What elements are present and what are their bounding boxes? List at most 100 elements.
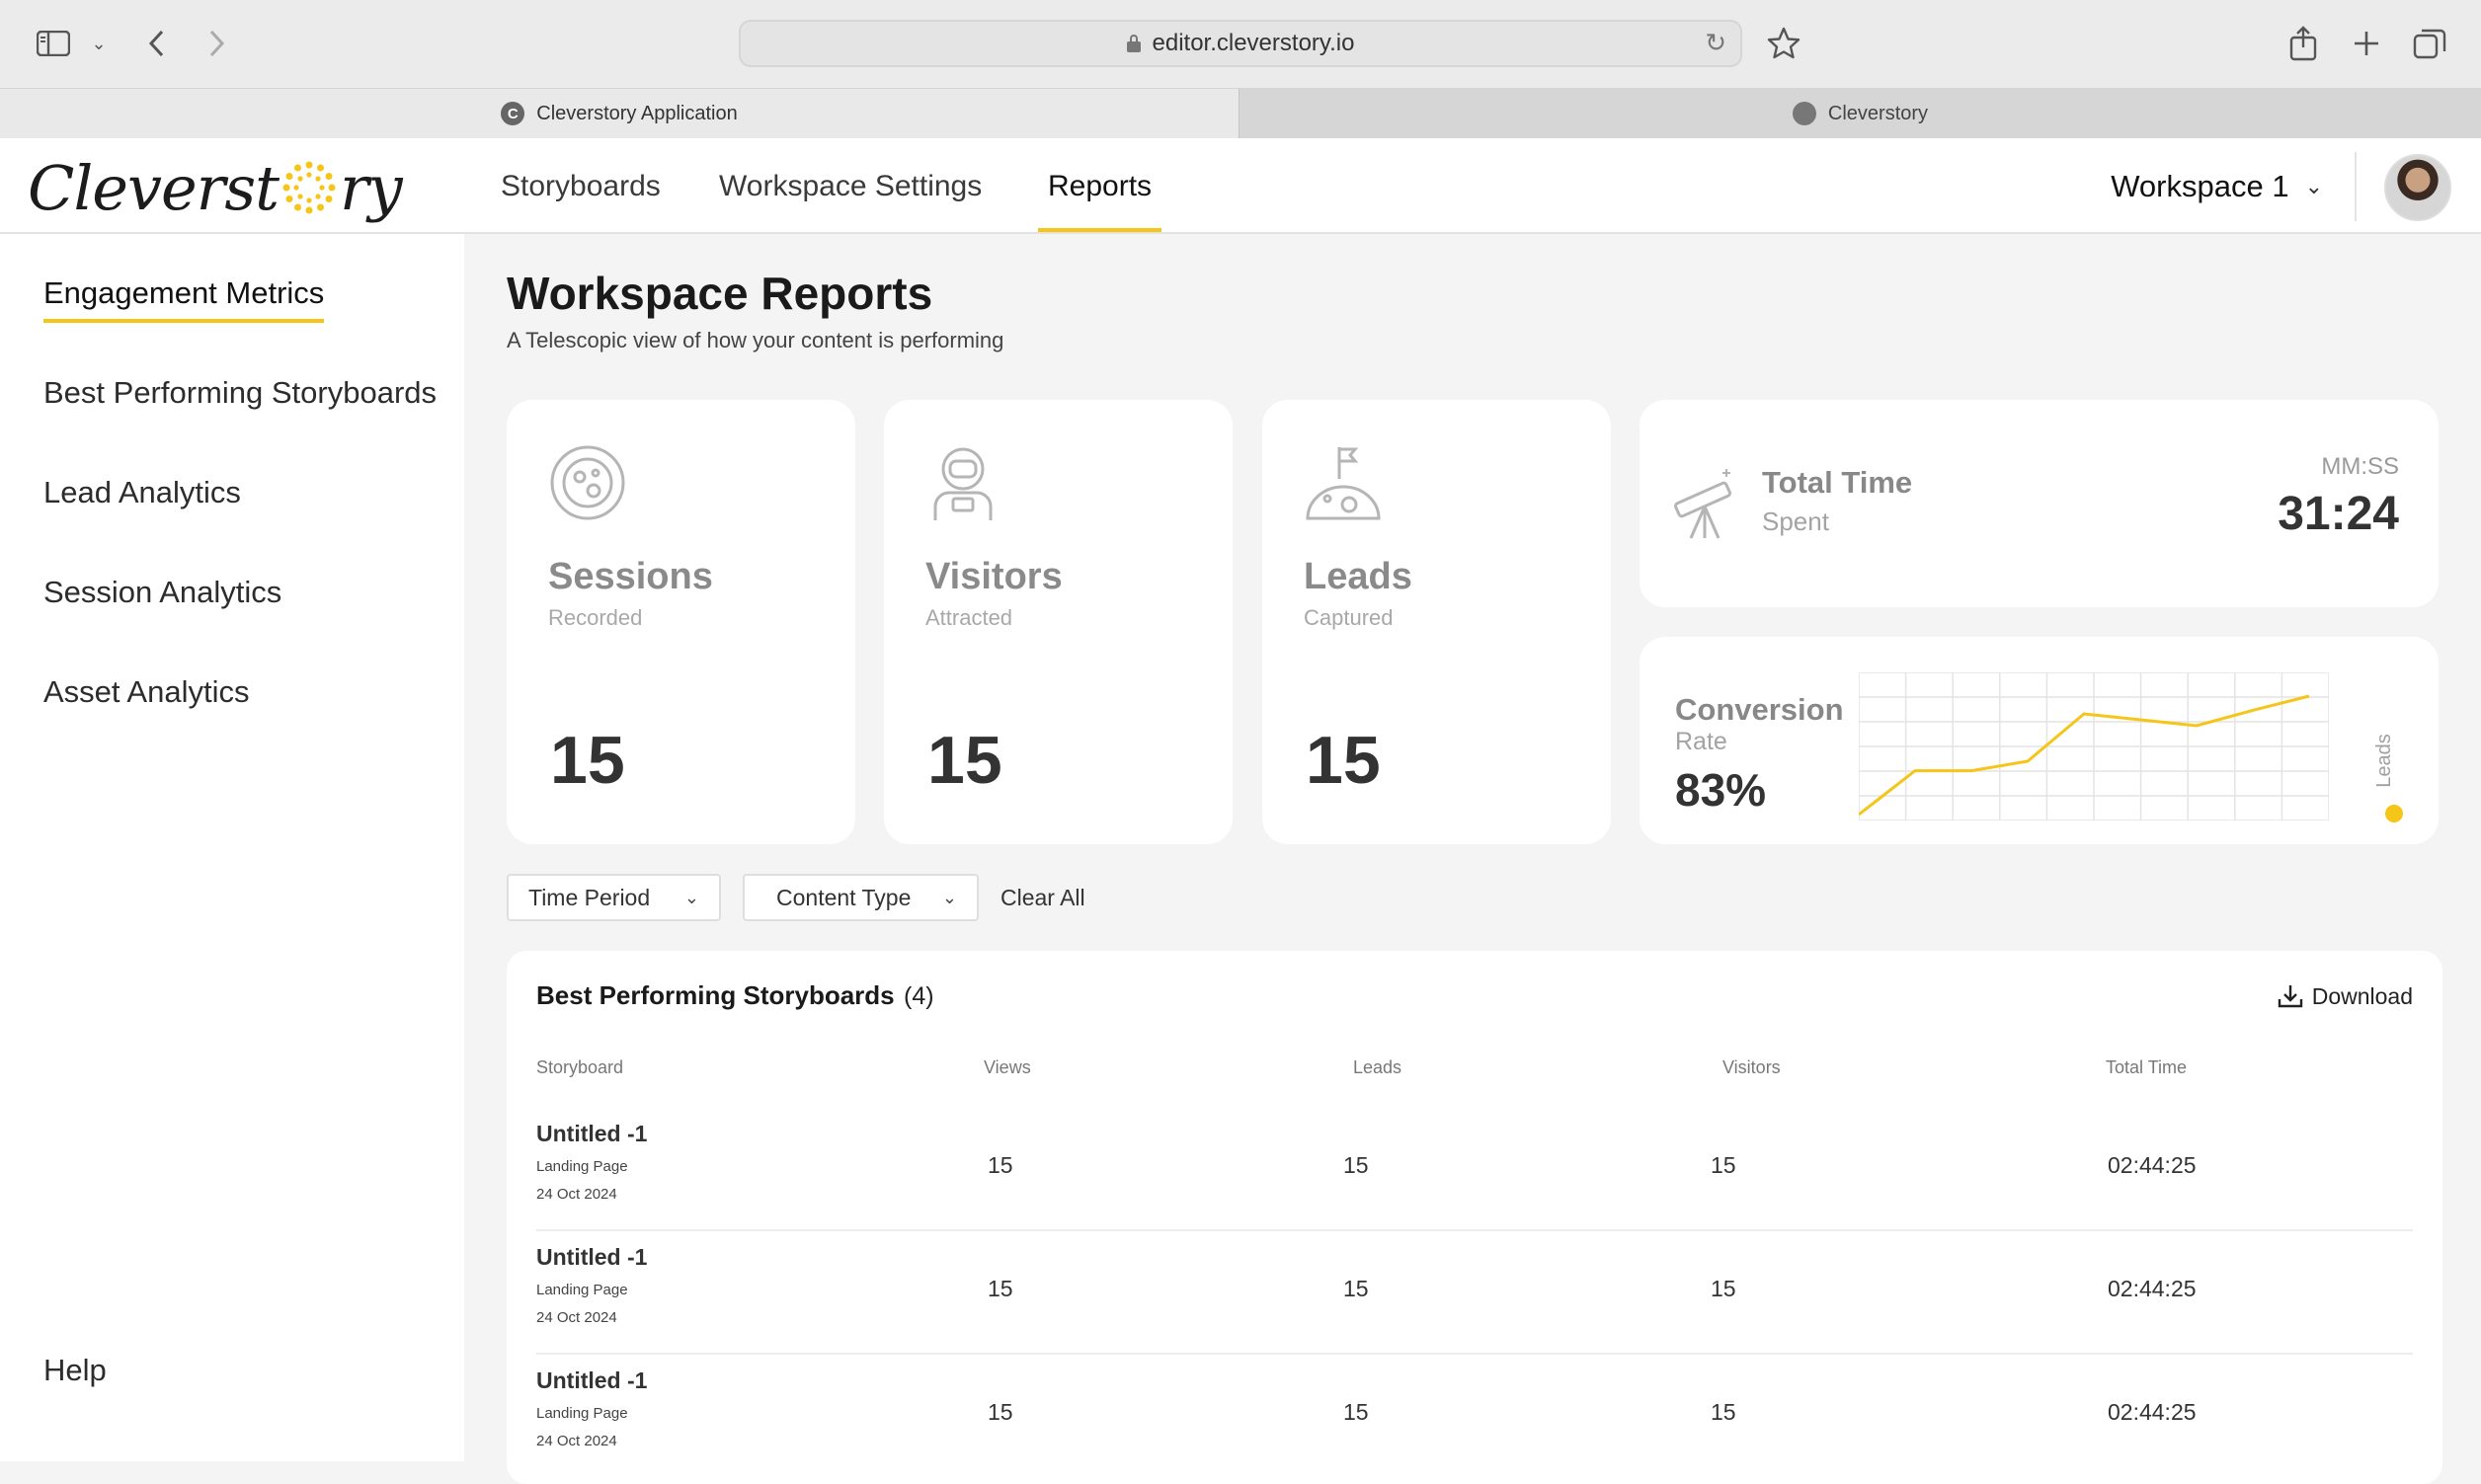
total-time-sublabel: Spent	[1762, 507, 1829, 536]
visitors-cell: 15	[1711, 1152, 1736, 1178]
url-text: editor.cleverstory.io	[1152, 30, 1355, 56]
stat-sublabel: Recorded	[548, 605, 643, 630]
browser-toolbar: ⌄ editor.cleverstory.io ↻	[0, 0, 2481, 89]
stat-label: Sessions	[548, 556, 713, 597]
app-header: Cleverst ry Storyboards Workspace Settin…	[0, 138, 2481, 234]
content-type-dropdown[interactable]: Content Type ⌄	[743, 874, 979, 921]
sidebar-item-best-performing-storyboards[interactable]: Best Performing Storyboards	[43, 375, 437, 411]
visitors-cell: 15	[1711, 1276, 1736, 1301]
astronaut-icon	[933, 447, 993, 520]
legend-dot	[2385, 805, 2403, 822]
clear-all-button[interactable]: Clear All	[1000, 885, 1085, 911]
tab-overview-icon[interactable]	[2408, 22, 2451, 65]
forward-icon[interactable]	[196, 22, 239, 65]
leads-cell: 15	[1343, 1276, 1369, 1301]
logo-text-start: Cleverst	[28, 151, 280, 224]
column-header-total-time: Total Time	[2106, 1057, 2188, 1077]
workspace-name: Workspace 1	[2111, 168, 2289, 203]
sidebar-item-asset-analytics[interactable]: Asset Analytics	[43, 674, 249, 710]
browser-tab[interactable]: Cleverstory	[1239, 89, 2481, 138]
total-time-cell: 02:44:25	[2108, 1152, 2197, 1178]
browser-tab-active[interactable]: C Cleverstory Application	[0, 89, 1239, 138]
back-icon[interactable]	[134, 22, 178, 65]
nav-storyboards[interactable]: Storyboards	[501, 138, 661, 234]
chevron-down-icon: ⌄	[941, 887, 957, 907]
avatar[interactable]	[2384, 154, 2451, 221]
cleverstory-favicon-icon: C	[501, 102, 525, 125]
address-bar[interactable]: editor.cleverstory.io ↻	[739, 20, 1742, 67]
share-icon[interactable]	[2281, 22, 2325, 65]
download-button[interactable]: Download	[2277, 982, 2413, 1010]
tab-label: Cleverstory	[1827, 102, 1929, 124]
sidebar-item-engagement-metrics[interactable]: Engagement Metrics	[43, 275, 325, 323]
lock-icon	[1126, 35, 1141, 52]
views-cell: 15	[988, 1276, 1013, 1301]
reload-icon[interactable]: ↻	[1705, 28, 1726, 58]
moon-flag-icon	[1306, 447, 1381, 520]
nav-reports[interactable]: Reports	[1037, 138, 1162, 234]
stat-sublabel: Attracted	[925, 605, 1013, 630]
nav-workspace-settings[interactable]: Workspace Settings	[719, 138, 982, 234]
sidebar: Engagement Metrics Best Performing Story…	[0, 234, 464, 1461]
sidebar-item-lead-analytics[interactable]: Lead Analytics	[43, 475, 241, 510]
chevron-down-icon[interactable]: ⌄	[77, 22, 120, 65]
browser-tab-bar: C Cleverstory Application Cleverstory	[0, 89, 2481, 138]
stat-value: 15	[927, 723, 1002, 798]
visitors-card: Visitors Attracted 15	[884, 400, 1233, 844]
cleverstory-favicon-icon	[1792, 102, 1816, 125]
workspace-selector[interactable]: Workspace 1 ⌄	[2111, 138, 2323, 234]
conversion-value: 83%	[1675, 764, 1767, 816]
chart-legend: Leads	[2373, 728, 2403, 807]
bookmark-star-icon[interactable]	[1762, 22, 1805, 65]
sessions-card: Sessions Recorded 15	[507, 400, 855, 844]
best-performing-table-card: Best Performing Storyboards (4) Download…	[507, 951, 2442, 1484]
total-time-value: 31:24	[2278, 488, 2399, 540]
views-cell: 15	[988, 1399, 1013, 1425]
storyboard-date: 24 Oct 2024	[536, 1309, 617, 1326]
storyboard-name[interactable]: Untitled -1	[536, 1121, 647, 1147]
table-row[interactable]: Untitled -1 Landing Page 24 Oct 2024 15 …	[536, 1356, 2413, 1478]
chevron-down-icon: ⌄	[2304, 173, 2323, 198]
planet-icon	[550, 445, 625, 520]
stat-value: 15	[550, 723, 625, 798]
sidebar-toggle-icon[interactable]	[32, 22, 75, 65]
chart-grid	[1859, 672, 2329, 820]
storyboard-type: Landing Page	[536, 1405, 628, 1422]
table-title: Best Performing Storyboards	[536, 980, 895, 1010]
storyboard-type: Landing Page	[536, 1282, 628, 1298]
tab-label: Cleverstory Application	[536, 102, 738, 124]
legend-label: Leads	[2372, 734, 2395, 788]
column-header-visitors: Visitors	[1722, 1057, 1781, 1077]
page-title: Workspace Reports	[507, 268, 933, 319]
conversion-label: Conversion	[1675, 692, 1844, 727]
table-row[interactable]: Untitled -1 Landing Page 24 Oct 2024 15 …	[536, 1232, 2413, 1355]
total-time-card: Total Time Spent MM:SS 31:24	[1640, 400, 2439, 607]
conversion-sublabel: Rate	[1675, 728, 1727, 755]
sun-logo-icon	[282, 161, 336, 214]
stat-sublabel: Captured	[1304, 605, 1394, 630]
time-period-dropdown[interactable]: Time Period ⌄	[507, 874, 721, 921]
visitors-cell: 15	[1711, 1399, 1736, 1425]
download-icon	[2278, 985, 2302, 1008]
content-type-label: Content Type	[776, 884, 912, 910]
column-header-leads: Leads	[1353, 1057, 1402, 1077]
header-divider	[2355, 152, 2357, 221]
new-tab-icon[interactable]	[2345, 22, 2388, 65]
storyboard-date: 24 Oct 2024	[536, 1186, 617, 1203]
sidebar-item-session-analytics[interactable]: Session Analytics	[43, 575, 281, 610]
total-time-cell: 02:44:25	[2108, 1276, 2197, 1301]
table-count: (4)	[904, 982, 934, 1010]
sidebar-item-help[interactable]: Help	[43, 1353, 107, 1388]
storyboard-name[interactable]: Untitled -1	[536, 1244, 647, 1271]
total-time-cell: 02:44:25	[2108, 1399, 2197, 1425]
telescope-icon	[1674, 469, 1731, 539]
page-subtitle: A Telescopic view of how your content is…	[507, 328, 1004, 352]
table-row[interactable]: Untitled -1 Landing Page 24 Oct 2024 15 …	[536, 1109, 2413, 1231]
storyboard-name[interactable]: Untitled -1	[536, 1367, 647, 1394]
cleverstory-logo[interactable]: Cleverst ry	[28, 148, 403, 227]
storyboard-date: 24 Oct 2024	[536, 1433, 617, 1449]
conversion-card: Conversion Rate 83% Leads	[1640, 637, 2439, 844]
leads-cell: 15	[1343, 1152, 1369, 1178]
leads-cell: 15	[1343, 1399, 1369, 1425]
total-time-unit: MM:SS	[2321, 453, 2399, 480]
